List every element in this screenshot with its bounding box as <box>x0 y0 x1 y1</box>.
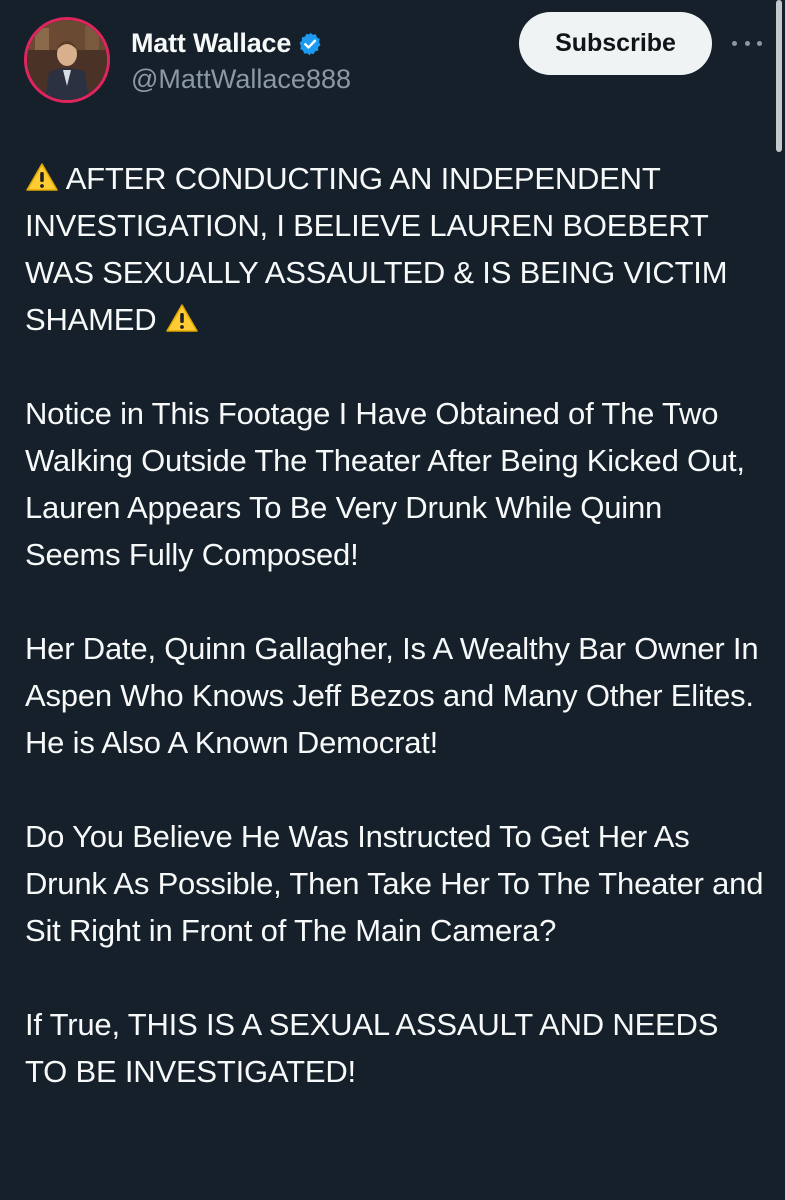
post-header: Matt Wallace @MattWallace888 Subscribe <box>0 0 785 130</box>
author-handle[interactable]: @MattWallace888 <box>131 64 351 95</box>
warning-emoji-icon <box>166 304 198 332</box>
avatar-photo <box>27 20 107 100</box>
subscribe-button[interactable]: Subscribe <box>519 12 712 75</box>
post-paragraph-4: Do You Believe He Was Instructed To Get … <box>25 819 764 948</box>
scrollbar-thumb[interactable] <box>776 0 782 152</box>
post-paragraph-3: Her Date, Quinn Gallagher, Is A Wealthy … <box>25 631 759 760</box>
author-name-row[interactable]: Matt Wallace <box>131 28 323 59</box>
more-dot <box>757 40 762 46</box>
verified-badge-icon <box>297 31 323 57</box>
warning-emoji-icon <box>26 163 58 191</box>
post-paragraph-2: Notice in This Footage I Have Obtained o… <box>25 396 745 572</box>
more-dot <box>744 40 750 46</box>
avatar[interactable] <box>24 17 110 103</box>
post-paragraph-1-text: AFTER CONDUCTING AN INDEPENDENT INVESTIG… <box>25 161 728 337</box>
post-paragraph-1: AFTER CONDUCTING AN INDEPENDENT INVESTIG… <box>25 155 765 343</box>
post-paragraph-5: If True, THIS IS A SEXUAL ASSAULT AND NE… <box>25 1007 719 1089</box>
author-display-name[interactable]: Matt Wallace <box>131 28 291 59</box>
more-dot <box>732 40 737 46</box>
post-body: AFTER CONDUCTING AN INDEPENDENT INVESTIG… <box>25 155 765 1142</box>
more-horizontal-icon[interactable] <box>732 30 762 56</box>
